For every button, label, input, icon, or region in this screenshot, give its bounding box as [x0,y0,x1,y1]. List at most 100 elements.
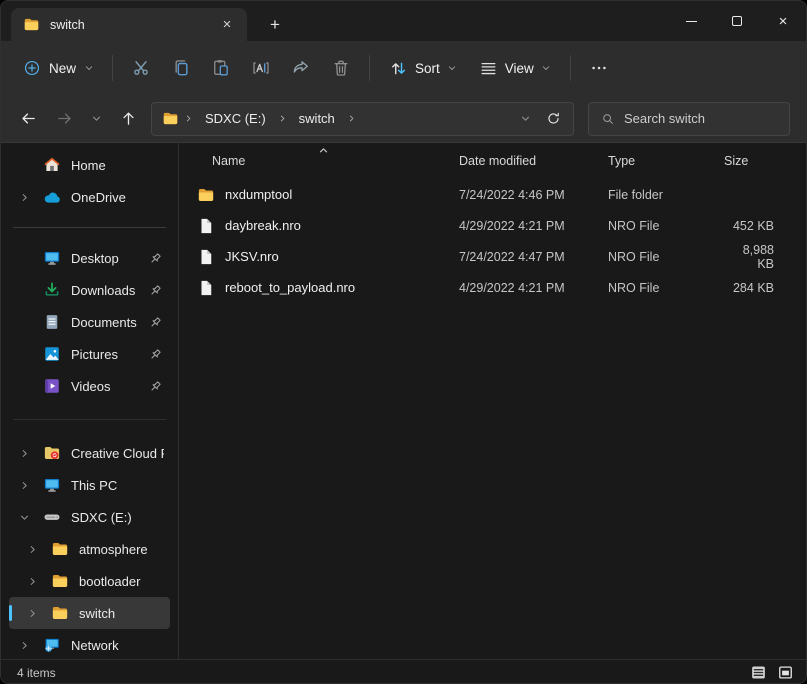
breadcrumb-segment-drive[interactable]: SDXC (E:) [198,107,273,130]
file-row[interactable]: daybreak.nro 4/29/2022 4:21 PM NRO File … [179,210,806,241]
explorer-body: Home OneDrive Desktop Downloads [1,143,806,659]
view-button[interactable]: View [468,50,562,86]
maximize-button[interactable] [714,1,760,41]
sidebar-item-atmosphere[interactable]: atmosphere [9,533,170,565]
sidebar-item-home[interactable]: Home [9,149,170,181]
chevron-right-icon[interactable] [19,480,43,491]
sidebar-item-sdxc-drive[interactable]: SDXC (E:) [9,501,170,533]
pin-icon [146,283,164,298]
new-tab-button[interactable]: + [261,12,289,38]
titlebar: switch × + × [1,1,806,41]
sidebar-divider [13,227,166,228]
breadcrumb-segment-folder[interactable]: switch [292,107,342,130]
sidebar-item-onedrive[interactable]: OneDrive [9,181,170,213]
chevron-down-icon[interactable] [19,512,43,523]
chevron-right-icon[interactable] [27,576,51,587]
new-button[interactable]: New [13,50,104,86]
column-header-type[interactable]: Type [608,154,724,168]
sidebar-divider [13,419,166,420]
minimize-button[interactable] [668,1,714,41]
toolbar-divider [112,55,113,81]
file-date-modified: 7/24/2022 4:46 PM [459,188,608,202]
clipboard-icon [211,58,231,78]
sidebar-item-this-pc[interactable]: This PC [9,469,170,501]
sidebar-item-switch[interactable]: switch [9,597,170,629]
forward-button[interactable] [47,103,81,135]
sidebar-item-label: SDXC (E:) [71,510,164,525]
sort-arrows-icon [389,59,408,78]
explorer-tab[interactable]: switch × [11,8,247,41]
view-button-label: View [505,61,534,76]
chevron-right-icon[interactable] [27,544,51,555]
sidebar-item-documents[interactable]: Documents [9,306,170,338]
address-bar[interactable]: SDXC (E:) switch [151,102,574,136]
paste-button[interactable] [201,50,241,86]
address-dropdown-button[interactable] [511,105,539,133]
pin-icon [146,251,164,266]
sidebar-item-label: bootloader [79,574,164,589]
search-input[interactable] [624,111,800,126]
file-row[interactable]: JKSV.nro 7/24/2022 4:47 PM NRO File 8,98… [179,241,806,272]
document-icon [43,313,62,331]
file-icon [197,248,215,266]
scissors-icon [131,58,151,78]
sort-button[interactable]: Sort [378,50,468,86]
rename-icon [251,58,271,78]
rename-button[interactable] [241,50,281,86]
file-date-modified: 4/29/2022 4:21 PM [459,281,608,295]
sidebar-item-label: atmosphere [79,542,164,557]
file-list: Name Date modified Type Size nxdumptool … [179,143,806,659]
sidebar-item-label: switch [79,606,164,621]
back-button[interactable] [11,103,45,135]
up-button[interactable] [111,103,145,135]
chevron-right-icon[interactable] [19,192,43,203]
pictures-icon [43,345,62,363]
sidebar-item-label: Videos [71,379,146,394]
recent-locations-button[interactable] [83,103,109,135]
file-size: 452 KB [724,219,774,233]
copy-button[interactable] [161,50,201,86]
sidebar-item-network[interactable]: Network [9,629,170,659]
file-row[interactable]: nxdumptool 7/24/2022 4:46 PM File folder [179,179,806,210]
column-header-size[interactable]: Size [724,154,774,168]
delete-button[interactable] [321,50,361,86]
file-type: NRO File [608,281,724,295]
creative-cloud-folder-icon [43,444,62,462]
chevron-right-icon[interactable] [27,608,51,619]
share-button[interactable] [281,50,321,86]
sort-button-label: Sort [415,61,440,76]
pin-icon [146,379,164,394]
more-options-button[interactable] [579,50,619,86]
sidebar-item-desktop[interactable]: Desktop [9,242,170,274]
minimize-icon [686,21,697,22]
file-row[interactable]: reboot_to_payload.nro 4/29/2022 4:21 PM … [179,272,806,303]
sort-ascending-icon [317,144,330,157]
sidebar-item-pictures[interactable]: Pictures [9,338,170,370]
navigation-pane: Home OneDrive Desktop Downloads [1,143,179,659]
refresh-button[interactable] [539,105,567,133]
chevron-right-icon[interactable] [19,448,43,459]
file-date-modified: 4/29/2022 4:21 PM [459,219,608,233]
column-header-date-modified[interactable]: Date modified [459,154,608,168]
chevron-right-icon[interactable] [19,640,43,651]
sidebar-item-downloads[interactable]: Downloads [9,274,170,306]
view-list-icon [479,59,498,78]
search-box [588,102,790,136]
videos-icon [43,377,62,395]
close-button[interactable]: × [760,1,806,41]
sidebar-item-creative-cloud-files[interactable]: Creative Cloud Files [9,437,170,469]
cut-button[interactable] [121,50,161,86]
folder-icon [51,572,70,590]
download-arrow-icon [43,281,62,299]
breadcrumb-separator-icon [275,114,290,123]
sidebar-item-bootloader[interactable]: bootloader [9,565,170,597]
file-name: nxdumptool [225,187,292,202]
share-icon [291,58,311,78]
large-thumbnails-view-button[interactable] [774,663,796,683]
details-view-button[interactable] [747,663,769,683]
tab-close-button[interactable]: × [215,13,239,37]
new-button-label: New [49,61,76,76]
file-size: 8,988 KB [724,243,774,271]
ellipsis-icon [589,58,609,78]
sidebar-item-videos[interactable]: Videos [9,370,170,402]
